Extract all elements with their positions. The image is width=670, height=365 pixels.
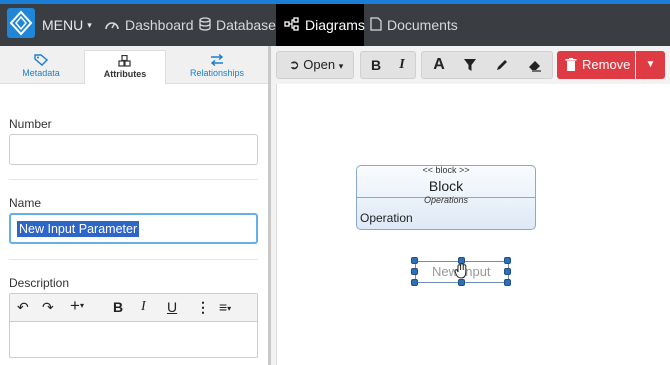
nav-dashboard-label: Dashboard	[125, 17, 194, 33]
open-label: Open	[303, 57, 336, 72]
divider	[9, 259, 258, 260]
diagram-workspace: ➲ Open ▾ B I A Remove ▼ << block >> Bloc…	[271, 46, 670, 365]
resize-handle[interactable]	[504, 268, 511, 275]
tags-icon	[34, 54, 49, 66]
operation-item[interactable]: Operation	[360, 211, 413, 225]
format-group: A	[421, 51, 553, 79]
open-button[interactable]: ➲ Open ▾	[276, 51, 354, 79]
nav-dashboard[interactable]: Dashboard	[104, 4, 194, 46]
filter-icon[interactable]	[455, 52, 485, 78]
exchange-icon	[210, 53, 224, 67]
arrow-circle-right-icon: ➲	[288, 57, 300, 72]
bold-icon[interactable]: B	[363, 52, 389, 78]
operations-header: Operations	[423, 195, 469, 205]
number-field[interactable]	[9, 134, 258, 165]
resize-handle[interactable]	[504, 279, 511, 286]
eraser-icon[interactable]	[519, 52, 549, 78]
resize-handle[interactable]	[411, 257, 418, 264]
cubes-icon	[118, 54, 132, 67]
resize-handle[interactable]	[504, 257, 511, 264]
properties-tabs: Metadata Attributes Relationships	[0, 46, 268, 84]
app-logo[interactable]	[7, 8, 35, 38]
database-icon	[199, 16, 211, 34]
align-icon[interactable]: ≡ ▾	[219, 299, 231, 315]
dashboard-icon	[104, 17, 120, 33]
menu-label: MENU	[42, 17, 84, 33]
number-label: Number	[9, 117, 52, 131]
remove-button[interactable]: Remove	[557, 51, 635, 79]
nav-diagrams-label: Diagrams	[305, 17, 365, 33]
pencil-icon[interactable]	[487, 52, 517, 78]
name-label: Name	[9, 196, 42, 210]
text-style-group: B I	[360, 51, 416, 79]
bold-icon[interactable]: B	[113, 299, 123, 315]
resize-handle[interactable]	[411, 279, 418, 286]
undo-icon[interactable]: ↶	[17, 299, 29, 316]
redo-icon[interactable]: ↷	[42, 299, 54, 316]
underline-icon[interactable]: U	[167, 299, 177, 315]
nav-documents[interactable]: Documents	[370, 4, 458, 46]
caret-down-icon: ▼	[645, 59, 656, 70]
properties-panel: Metadata Attributes Relationships Number…	[0, 46, 268, 365]
font-icon[interactable]: A	[424, 52, 454, 78]
insert-icon[interactable]: + ▾	[70, 296, 84, 316]
description-label: Description	[9, 276, 70, 290]
nav-database[interactable]: Database	[199, 4, 276, 46]
italic-icon[interactable]: I	[389, 52, 415, 78]
italic-icon[interactable]: I	[141, 299, 146, 315]
block-element[interactable]: << block >> Block Operations Operation	[356, 165, 536, 230]
name-field[interactable]: New Input Parameter	[9, 213, 258, 244]
resize-handle[interactable]	[411, 268, 418, 275]
nav-database-label: Database	[216, 17, 276, 33]
divider	[9, 179, 258, 180]
tab-relationships[interactable]: Relationships	[176, 50, 258, 84]
tab-attributes[interactable]: Attributes	[84, 50, 166, 84]
description-editor[interactable]: ↶ ↷ + ▾ B I U ⋮ ≡ ▾	[9, 293, 258, 358]
diagram-icon	[284, 16, 300, 34]
remove-options-button[interactable]: ▼	[636, 51, 665, 79]
grab-cursor-icon	[454, 262, 470, 285]
menu-button[interactable]: MENU ▾	[42, 4, 92, 46]
block-stereotype: << block >>	[422, 165, 470, 175]
diagram-canvas[interactable]: << block >> Block Operations Operation N…	[276, 84, 670, 365]
trash-icon	[565, 51, 577, 82]
tab-metadata[interactable]: Metadata	[0, 50, 82, 84]
rich-text-toolbar: ↶ ↷ + ▾ B I U ⋮ ≡ ▾	[10, 294, 257, 322]
nav-documents-label: Documents	[387, 17, 458, 33]
name-value: New Input Parameter	[17, 221, 140, 237]
block-name: Block	[428, 178, 464, 194]
chevron-down-icon: ▾	[338, 61, 344, 71]
document-icon	[370, 16, 382, 34]
tab-relationships-label: Relationships	[189, 68, 245, 78]
tab-attributes-label: Attributes	[103, 69, 147, 79]
tab-metadata-label: Metadata	[22, 68, 60, 78]
more-vertical-icon[interactable]: ⋮	[196, 299, 210, 316]
chevron-down-icon: ▾	[87, 19, 92, 30]
nav-diagrams[interactable]: Diagrams	[276, 4, 365, 46]
remove-label: Remove	[582, 57, 631, 72]
